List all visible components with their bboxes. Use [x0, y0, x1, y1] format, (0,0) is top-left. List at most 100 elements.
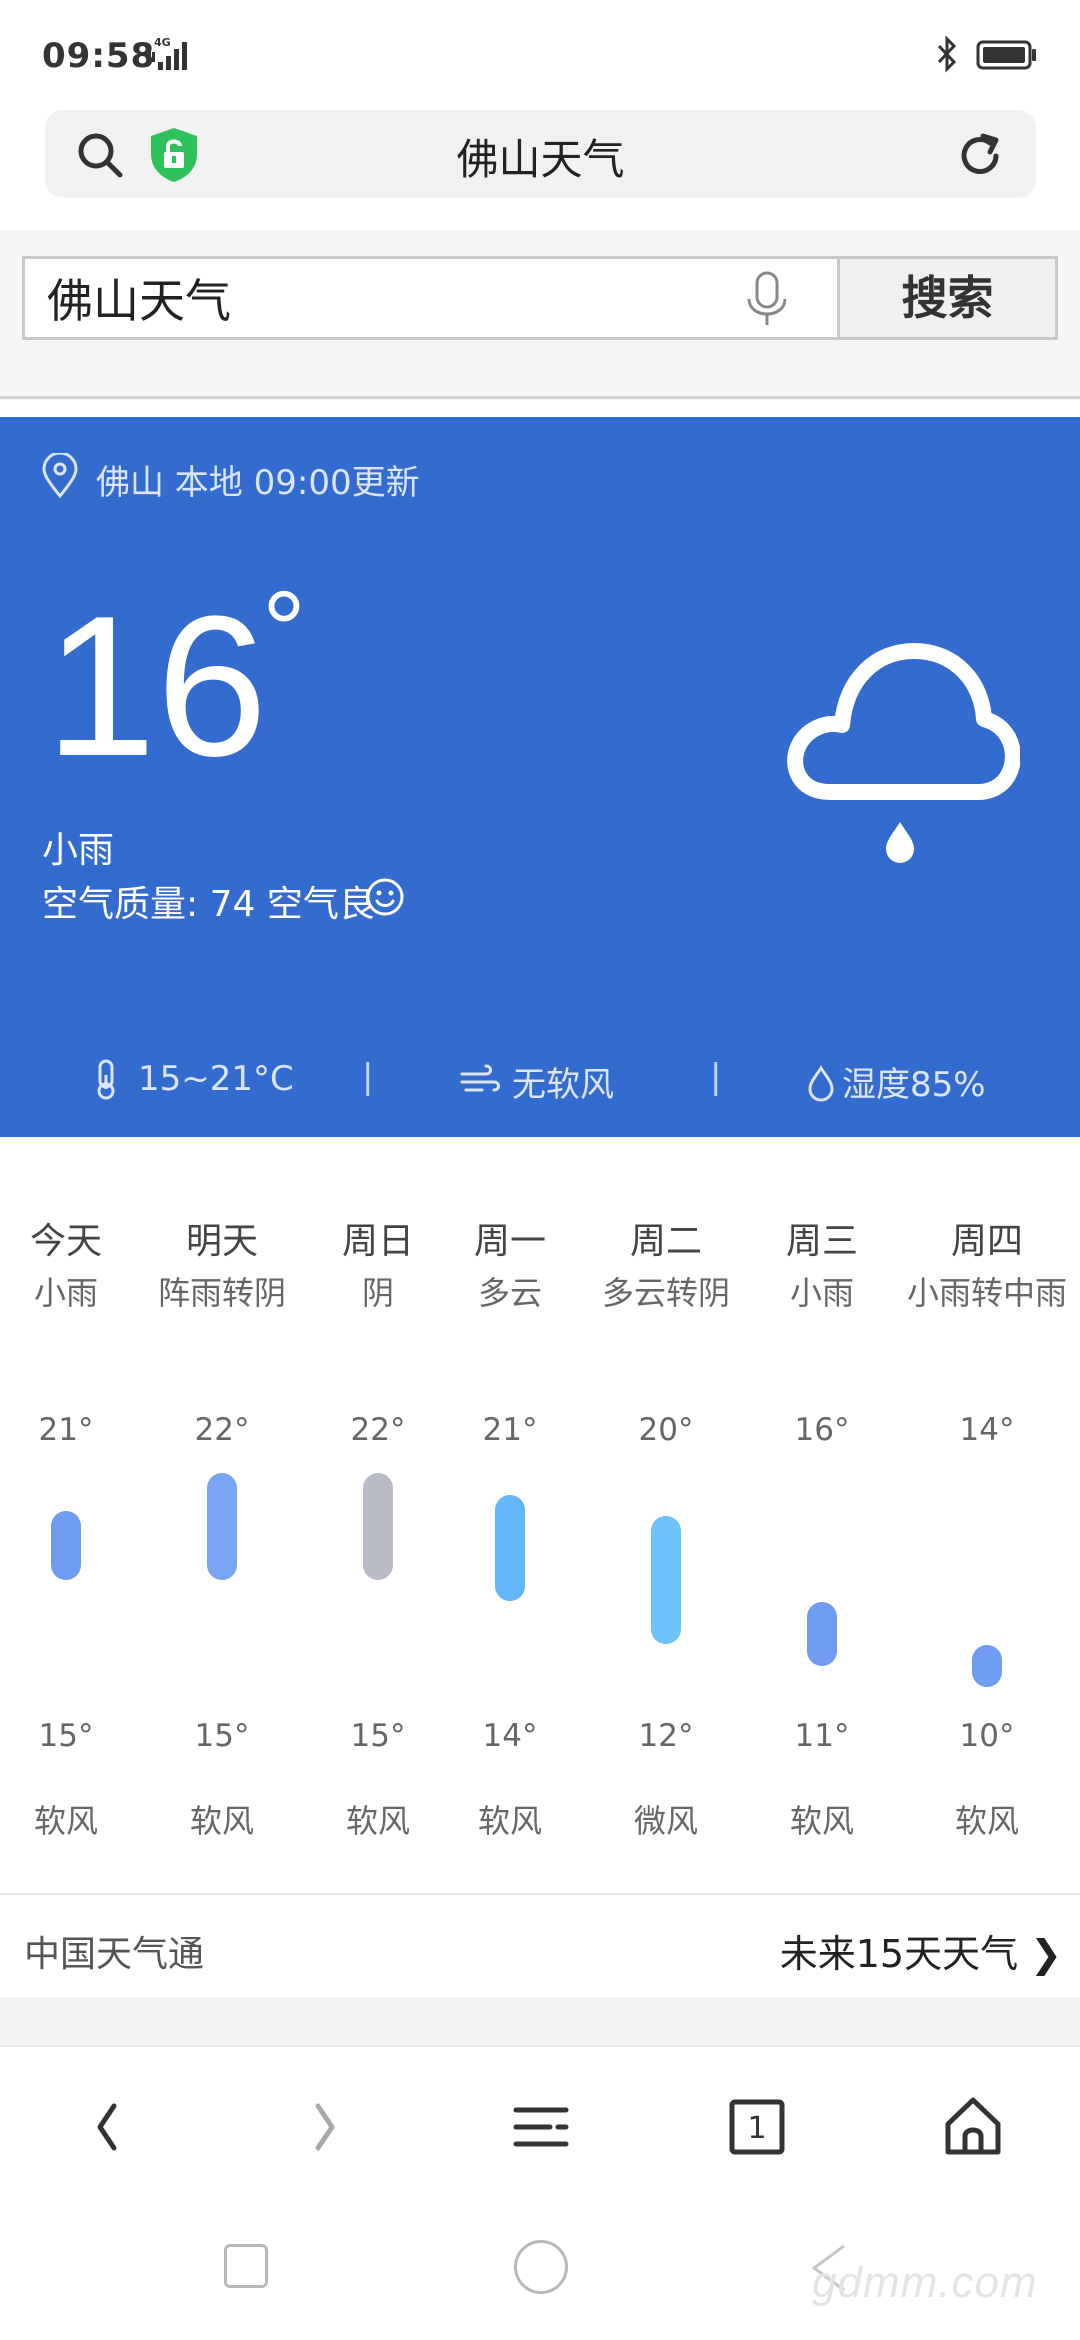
temp-range-text: 15~21°C [138, 1059, 294, 1099]
forecast-day-name: 周一 [473, 1221, 546, 1262]
temperature-range-bar [972, 1645, 1002, 1687]
location-pin-icon [42, 453, 78, 499]
temperature-range-bar [495, 1494, 525, 1601]
status-bar: 09:58 4G [0, 0, 1080, 110]
menu-icon[interactable] [506, 2092, 576, 2162]
temperature-range-bar [807, 1602, 837, 1666]
forecast-day-condition: 小雨 [33, 1274, 98, 1312]
forecast-day: 明天阵雨转阴 22° 15° 软风 [147, 1160, 297, 1880]
smiley-face-icon [366, 878, 404, 916]
forecast-day-name: 周四 [950, 1221, 1023, 1262]
divider [0, 1893, 1080, 1895]
forecast-low-temp: 11° [794, 1718, 850, 1754]
forecast-high-temp: 22° [194, 1412, 250, 1448]
forecast-wind: 软风 [33, 1802, 98, 1840]
wind-icon [460, 1064, 500, 1091]
forecast-day: 周一多云 21° 14° 软风 [435, 1160, 585, 1880]
weather-meta-row: 15~21°C | 无软风 | 湿度85% [0, 1057, 1080, 1107]
forecast-day-name: 周三 [785, 1221, 858, 1262]
tab-count: 1 [747, 2111, 766, 2146]
forecast-day: 周二多云转阴 20° 12° 微风 [591, 1160, 741, 1880]
forecast-high-temp: 14° [959, 1412, 1015, 1448]
forecast-day-condition: 多云 [477, 1274, 542, 1312]
humidity-item: 湿度85% [806, 1057, 986, 1106]
watermark: gdmm.com [812, 2258, 1038, 2307]
forecast-day: 今天小雨 21° 15° 软风 [0, 1160, 141, 1880]
microphone-icon[interactable] [737, 267, 797, 331]
forecast-low-temp: 15° [350, 1718, 406, 1754]
forecast-day-condition: 阵雨转阴 [157, 1274, 286, 1312]
signal-icon: 4G [148, 36, 187, 70]
temperature-range-bar [51, 1510, 81, 1580]
tabs-icon[interactable]: 1 [722, 2092, 792, 2162]
forecast-low-temp: 14° [482, 1718, 538, 1754]
home-button[interactable] [514, 2240, 568, 2294]
forecast-day: 周日阴 22° 15° 软风 [303, 1160, 453, 1880]
system-navigation-bar: gdmm.com [0, 2200, 1080, 2340]
weather-card[interactable]: 佛山 本地 09:00更新 16 ° 小雨 空气质量: 74 空气良 15~21… [0, 417, 1080, 1137]
water-drop-icon [808, 1064, 834, 1101]
reload-icon[interactable] [952, 128, 1008, 184]
forecast-wind: 微风 [633, 1802, 698, 1840]
forecast-low-temp: 15° [38, 1718, 94, 1754]
forecast-day: 周四小雨转中雨 14° 10° 软风 [907, 1160, 1067, 1880]
network-label: 4G [154, 36, 171, 49]
forecast-low-temp: 10° [959, 1718, 1015, 1754]
search-button[interactable]: 搜索 [837, 259, 1055, 337]
bluetooth-icon [937, 35, 957, 73]
temp-range-item: 15~21°C [86, 1057, 294, 1101]
source-row[interactable]: 中国天气通 未来15天天气 ❯ [0, 1897, 1080, 1997]
home-icon[interactable] [938, 2092, 1008, 2162]
rain-cloud-icon [787, 643, 1020, 863]
forecast-wind: 软风 [345, 1802, 410, 1840]
forecast-high-temp: 16° [794, 1412, 850, 1448]
current-temperature: 16 [45, 575, 268, 798]
temperature-range-bar [207, 1473, 237, 1580]
forecast-wind: 软风 [189, 1802, 254, 1840]
forecast-wind: 软风 [789, 1802, 854, 1840]
forward-icon[interactable] [290, 2092, 360, 2162]
battery-icon [976, 40, 1036, 70]
recent-apps-button[interactable] [224, 2244, 268, 2288]
meta-separator: | [710, 1057, 722, 1097]
source-name: 中国天气通 [24, 1934, 205, 1975]
address-bar[interactable]: 佛山天气 [45, 110, 1036, 198]
forecast-day-condition: 多云转阴 [601, 1274, 730, 1312]
thermometer-icon [97, 1059, 115, 1100]
forecast-wind: 软风 [954, 1802, 1019, 1840]
search-area: 搜索 [0, 230, 1080, 400]
browser-toolbar: 1 [0, 2045, 1080, 2200]
address-title[interactable]: 佛山天气 [45, 126, 1036, 187]
humidity-text: 湿度85% [842, 1065, 986, 1105]
forecast-high-temp: 22° [350, 1412, 406, 1448]
location-update-text: 佛山 本地 09:00更新 [96, 463, 420, 503]
wind-text: 无软风 [512, 1065, 614, 1105]
forecast-day-name: 今天 [29, 1221, 102, 1262]
search-input[interactable] [25, 259, 837, 337]
current-condition: 小雨 [42, 830, 115, 871]
forecast-panel[interactable]: 今天 小雨 21° 15° 软风 明天 阵雨转阴 22° 15° 软风 周日阴 22° 15° 软风 周一多… [0, 1160, 1080, 1895]
meta-separator: | [362, 1057, 374, 1097]
temperature-range-bar [363, 1473, 393, 1580]
temperature-range-bar [651, 1516, 681, 1644]
forecast-day-name: 明天 [185, 1221, 258, 1262]
forecast-low-temp: 12° [638, 1718, 694, 1754]
wind-item: 无软风 [460, 1057, 614, 1106]
divider [0, 396, 1080, 399]
search-box: 搜索 [22, 256, 1058, 340]
forecast-wind: 软风 [477, 1802, 542, 1840]
forecast-day-name: 周日 [341, 1221, 414, 1262]
future-15-days-link[interactable]: 未来15天天气 ❯ [780, 1923, 1062, 1978]
forecast-high-temp: 21° [482, 1412, 538, 1448]
forecast-high-temp: 20° [638, 1412, 694, 1448]
back-icon[interactable] [72, 2092, 142, 2162]
forecast-day-condition: 小雨转中雨 [906, 1274, 1067, 1312]
air-quality-text: 空气质量: 74 空气良 [42, 884, 375, 925]
spacer [0, 1997, 1080, 2045]
forecast-day: 周三小雨 16° 11° 软风 [747, 1160, 897, 1880]
forecast-high-temp: 21° [38, 1412, 94, 1448]
forecast-day-name: 周二 [629, 1221, 702, 1262]
forecast-low-temp: 15° [194, 1718, 250, 1754]
forecast-day-condition: 小雨 [789, 1274, 854, 1312]
status-time: 09:58 [42, 36, 156, 76]
